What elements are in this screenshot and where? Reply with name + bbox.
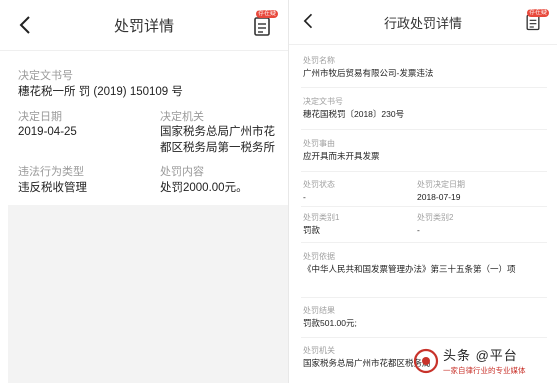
decision-date-label: 决定日期 [18, 111, 62, 123]
watermark-logo-icon [413, 348, 439, 374]
category1-value: 罚款 [303, 225, 321, 235]
watermark-line1: 头条 @平台 [443, 348, 518, 363]
empty-gray-area [8, 205, 288, 383]
penalty-content-label: 处罚内容 [160, 166, 204, 178]
watermark-line2: 一家自律行业的专业媒体 [443, 366, 526, 375]
watermark: 头条 @平台 一家自律行业的专业媒体 [413, 345, 553, 379]
penalty-name-value: 广州市牧后贸易有限公司-发票违法 [303, 68, 434, 78]
category2-label: 处罚类别2 [417, 213, 454, 222]
decision-date-label: 处罚决定日期 [417, 180, 465, 189]
penalty-name-label: 处罚名称 [303, 56, 335, 65]
category1-label: 处罚类别1 [303, 213, 340, 222]
left-navbar: 处罚详情 存在疑 [0, 0, 288, 51]
status-badge: 存在疑 [526, 9, 549, 17]
divider [301, 171, 547, 172]
status-badge: 存在疑 [255, 10, 278, 18]
violation-type-value: 违反税收管理 [18, 182, 87, 194]
basis-value: 《中华人民共和国发票管理办法》第三十五条第（一）项 [303, 264, 516, 274]
divider [301, 242, 547, 243]
decision-no-value: 穗花税一所 罚 (2019) 150109 号 [18, 86, 183, 98]
status-value: - [303, 192, 306, 202]
penalty-authority-value: 国家税务总局广州市花都区税务局 [303, 358, 431, 368]
page-title: 行政处罚详情 [383, 16, 462, 31]
category2-value: - [417, 225, 420, 235]
penalty-content-value: 处罚2000.00元。 [160, 182, 248, 194]
right-navbar: 行政处罚详情 存在疑 [289, 0, 557, 45]
violation-type-label: 违法行为类型 [18, 166, 84, 178]
result-value: 罚款501.00元; [303, 318, 357, 328]
reason-value: 应开具而未开具发票 [303, 151, 380, 161]
decision-no-label: 决定文书号 [18, 70, 73, 82]
divider [301, 297, 547, 298]
status-label: 处罚状态 [303, 180, 335, 189]
divider [301, 206, 547, 207]
doc-no-value: 穗花国税罚〔2018〕230号 [303, 109, 405, 119]
authority-label: 决定机关 [160, 111, 204, 123]
divider [301, 129, 547, 130]
divider [301, 337, 547, 338]
page-title: 处罚详情 [113, 18, 174, 35]
basis-label: 处罚依据 [303, 252, 335, 261]
decision-date-value: 2018-07-19 [417, 192, 461, 202]
divider [301, 87, 547, 88]
reason-label: 处罚事由 [303, 139, 335, 148]
left-detail-panel: 处罚详情 存在疑 决定文书号 穗花税一所 罚 (2019) 150109 号 决… [0, 0, 288, 383]
authority-value: 国家税务总局广州市花都区税务局第一税务所 [160, 126, 275, 154]
penalty-authority-label: 处罚机关 [303, 346, 335, 355]
right-detail-panel: 行政处罚详情 存在疑 处罚名称 广州市牧后贸易有限公司-发票违法 决定文书号 穗… [289, 0, 557, 383]
result-label: 处罚结果 [303, 306, 335, 315]
doc-no-label: 决定文书号 [303, 97, 343, 106]
decision-date-value: 2019-04-25 [18, 126, 77, 138]
